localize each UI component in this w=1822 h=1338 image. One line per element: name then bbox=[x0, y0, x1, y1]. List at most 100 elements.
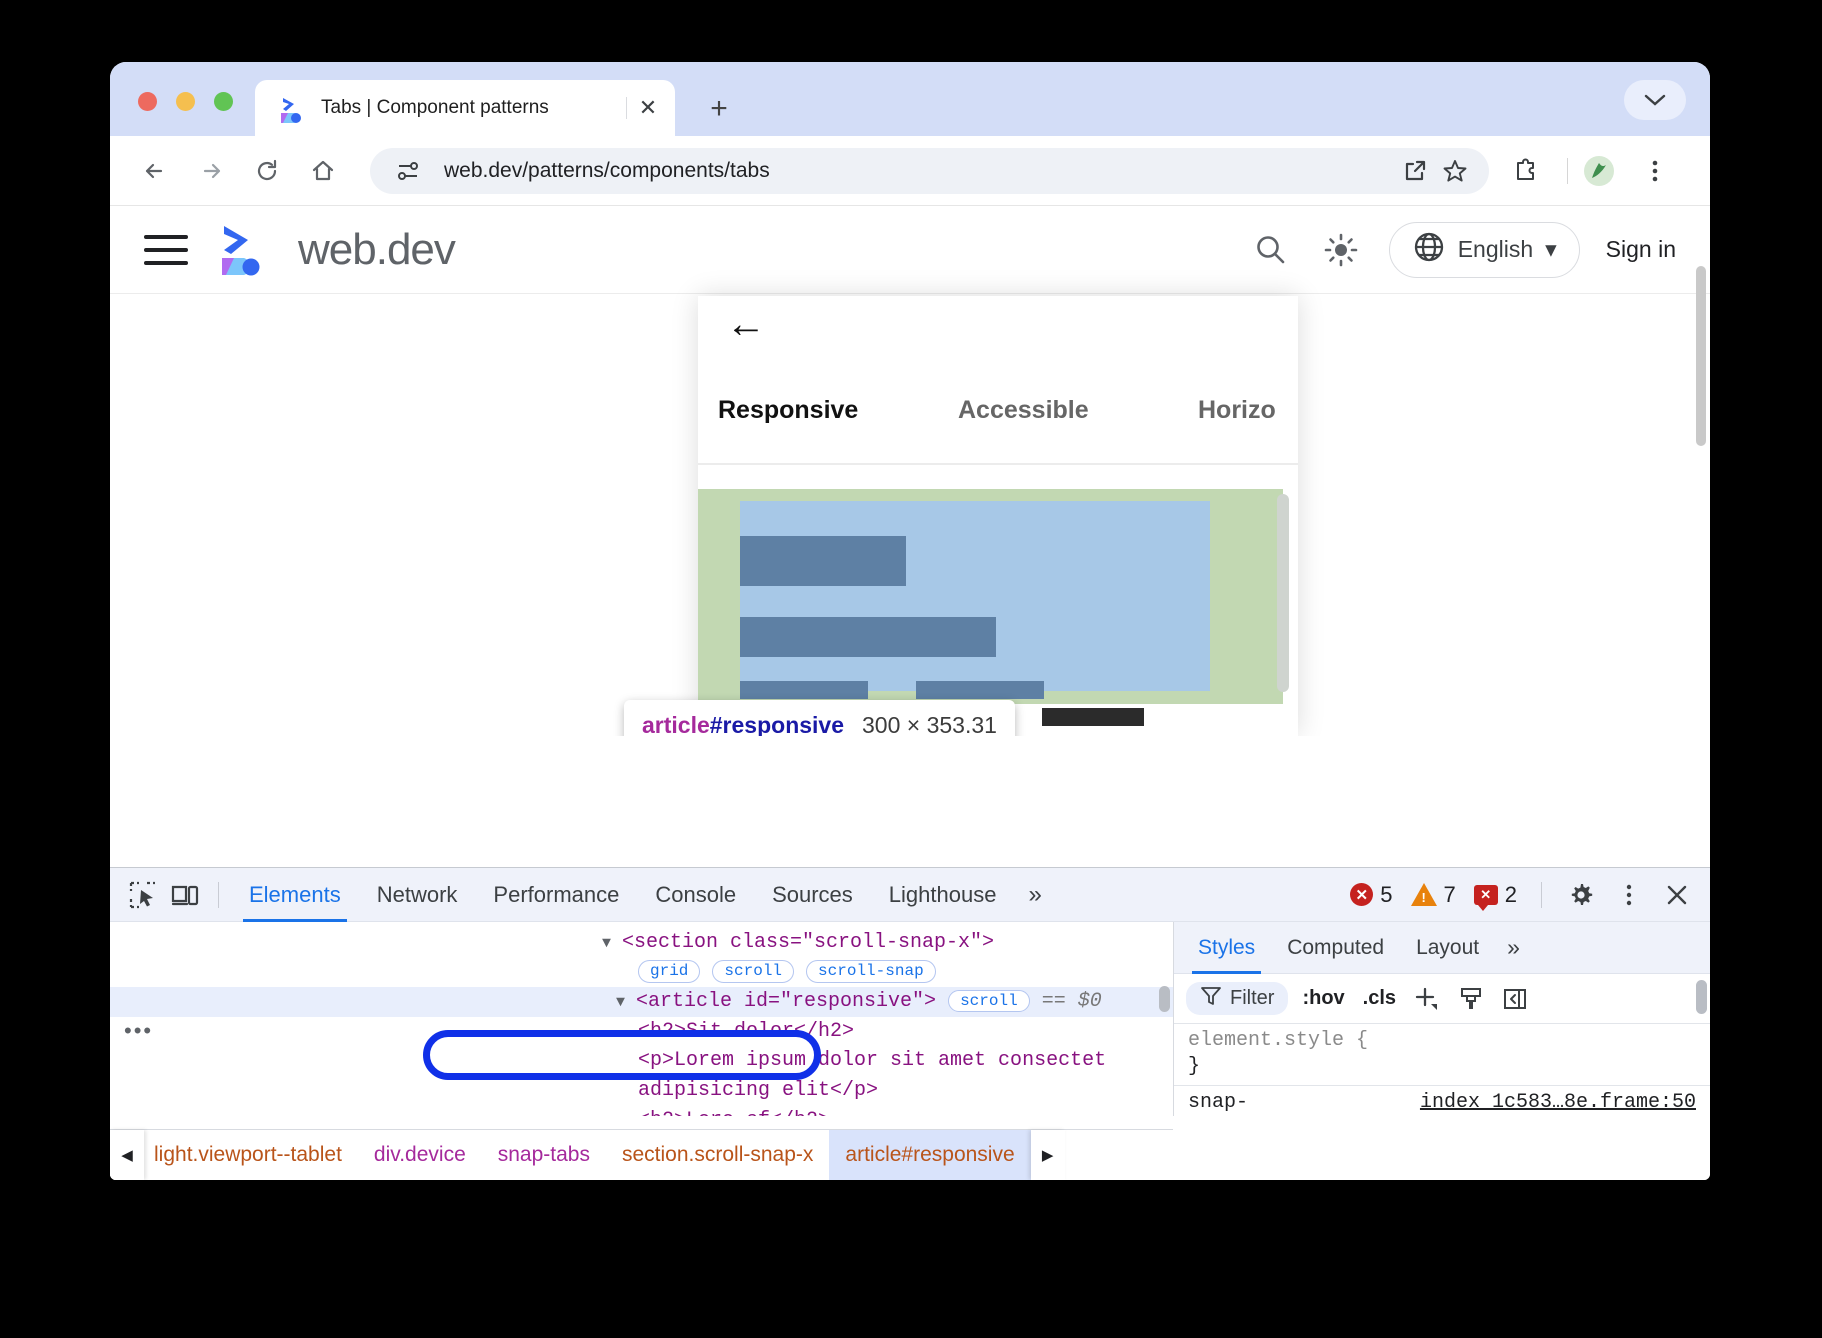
site-info-icon[interactable] bbox=[388, 151, 428, 191]
avatar[interactable] bbox=[1576, 148, 1622, 194]
breadcrumb-label[interactable]: article#responsive bbox=[845, 1143, 1014, 1166]
breadcrumb-item-device: div.device bbox=[358, 1130, 482, 1180]
close-tab-button[interactable]: ✕ bbox=[631, 91, 665, 125]
breadcrumb-label[interactable]: light.viewport--tablet bbox=[154, 1143, 342, 1166]
sign-in-link[interactable]: Sign in bbox=[1606, 236, 1676, 263]
breadcrumb-scroll-right[interactable]: ▶ bbox=[1031, 1130, 1065, 1180]
error-count-badge[interactable]: ✕ 5 bbox=[1344, 882, 1398, 908]
warning-count-badge[interactable]: ! 7 bbox=[1405, 882, 1462, 908]
badge-grid[interactable]: grid bbox=[638, 960, 700, 982]
browser-menu-button[interactable] bbox=[1632, 148, 1678, 194]
tree-row-p2[interactable]: adipisicing elit</p> bbox=[110, 1076, 1173, 1106]
toggle-sidebar-icon[interactable] bbox=[1498, 982, 1532, 1016]
devtools-panel: Elements Network Performance Console Sou… bbox=[110, 867, 1710, 1180]
new-tab-button[interactable]: + bbox=[700, 90, 738, 128]
badge-scroll[interactable]: scroll bbox=[712, 960, 794, 982]
home-button[interactable] bbox=[300, 148, 346, 194]
badge-scroll[interactable]: scroll bbox=[948, 990, 1030, 1012]
demo-tab-accessible[interactable]: Accessible bbox=[958, 396, 1198, 425]
page-viewport: web.dev bbox=[110, 206, 1710, 736]
tree-row-h2b[interactable]: <h2>Lore sf</h2> bbox=[110, 1106, 1173, 1116]
more-tabs-icon[interactable]: » bbox=[1495, 934, 1532, 961]
rule-element-style[interactable]: element.style { } bbox=[1174, 1024, 1710, 1086]
demo-back-arrow[interactable]: ← bbox=[726, 304, 766, 344]
devtools-toolbar-right: ✕ 5 ! 7 ✕ 2 bbox=[1344, 874, 1698, 916]
tab-console[interactable]: Console bbox=[637, 868, 754, 922]
maximize-window-button[interactable] bbox=[214, 92, 233, 111]
tab-computed[interactable]: Computed bbox=[1271, 922, 1400, 974]
hamburger-icon[interactable] bbox=[144, 235, 188, 265]
demo-inner-scrollbar[interactable] bbox=[1277, 494, 1289, 692]
chevron-down-icon[interactable] bbox=[1624, 80, 1686, 120]
hov-toggle[interactable]: :hov bbox=[1298, 987, 1348, 1010]
tab-sources[interactable]: Sources bbox=[754, 868, 871, 922]
tree-row-article-selected[interactable]: ▼<article id="responsive"> scroll == $0 bbox=[110, 987, 1173, 1017]
site-brand[interactable]: web.dev bbox=[298, 225, 455, 275]
tab-styles[interactable]: Styles bbox=[1182, 922, 1271, 974]
dom-line-article: <article id="responsive"> bbox=[636, 990, 936, 1013]
breadcrumb-label[interactable]: section.scroll-snap-x bbox=[622, 1143, 813, 1166]
tree-scrollbar[interactable] bbox=[1159, 986, 1170, 1012]
tooltip-element-id: #responsive bbox=[710, 712, 844, 737]
rule-source-link[interactable]: index_1c583…8e.frame:50 bbox=[1420, 1090, 1696, 1116]
placeholder-bar bbox=[740, 617, 996, 657]
expand-triangle-icon[interactable]: ▼ bbox=[616, 993, 636, 1012]
tab-network[interactable]: Network bbox=[359, 868, 476, 922]
demo-tab-horizontal[interactable]: Horizo bbox=[1198, 396, 1438, 425]
page-scrollbar[interactable] bbox=[1696, 266, 1706, 446]
badge-scroll-snap[interactable]: scroll-snap bbox=[806, 960, 936, 982]
devtools-body: ▼<section class="scroll-snap-x"> grid sc… bbox=[110, 922, 1710, 1116]
browser-tab[interactable]: Tabs | Component patterns ✕ bbox=[255, 80, 675, 136]
reload-button[interactable] bbox=[244, 148, 290, 194]
webdev-logo-icon[interactable] bbox=[216, 224, 276, 276]
styles-tabbar: Styles Computed Layout » bbox=[1174, 922, 1710, 974]
minimize-window-button[interactable] bbox=[176, 92, 195, 111]
message-count-badge[interactable]: ✕ 2 bbox=[1468, 882, 1523, 908]
placeholder-bar bbox=[740, 536, 906, 586]
device-toolbar-icon[interactable] bbox=[164, 874, 206, 916]
plus-icon[interactable] bbox=[1410, 982, 1444, 1016]
window-controls[interactable] bbox=[138, 92, 233, 111]
rule-selector: element.style { bbox=[1188, 1028, 1696, 1054]
bookmark-star-icon[interactable] bbox=[1435, 151, 1475, 191]
toolbar-divider bbox=[218, 882, 219, 908]
extensions-icon[interactable] bbox=[1503, 148, 1549, 194]
tree-row-section[interactable]: ▼<section class="scroll-snap-x"> bbox=[110, 928, 1173, 958]
styles-scrollbar[interactable] bbox=[1696, 980, 1707, 1014]
address-bar[interactable]: web.dev/patterns/components/tabs bbox=[370, 148, 1489, 194]
language-selector[interactable]: English ▾ bbox=[1389, 222, 1580, 278]
styles-panel: Styles Computed Layout » Filter :hov .cl… bbox=[1174, 922, 1710, 1116]
forward-button[interactable] bbox=[188, 148, 234, 194]
share-icon[interactable] bbox=[1395, 151, 1435, 191]
search-icon[interactable] bbox=[1249, 228, 1293, 272]
paintbrush-icon[interactable] bbox=[1454, 982, 1488, 1016]
filter-input[interactable]: Filter bbox=[1186, 982, 1288, 1015]
row-actions-icon[interactable]: ••• bbox=[124, 1018, 153, 1044]
tab-layout[interactable]: Layout bbox=[1400, 922, 1495, 974]
tree-row-h2a[interactable]: <h2>Sit dolor</h2> bbox=[110, 1017, 1173, 1047]
tooltip-tag-name: article bbox=[642, 712, 710, 737]
tab-lighthouse[interactable]: Lighthouse bbox=[871, 868, 1015, 922]
breadcrumb-label[interactable]: snap-tabs bbox=[498, 1143, 590, 1166]
cls-toggle[interactable]: .cls bbox=[1359, 987, 1400, 1010]
expand-triangle-icon[interactable]: ▼ bbox=[602, 934, 622, 953]
breadcrumb-label[interactable]: div.device bbox=[374, 1143, 466, 1166]
more-vertical-icon[interactable] bbox=[1608, 874, 1650, 916]
gear-icon[interactable] bbox=[1560, 874, 1602, 916]
elements-tree-panel[interactable]: ▼<section class="scroll-snap-x"> grid sc… bbox=[110, 922, 1174, 1116]
tab-elements[interactable]: Elements bbox=[231, 868, 359, 922]
breadcrumb-scroll-left[interactable]: ◀ bbox=[110, 1130, 144, 1180]
rule-snap-tabs-article[interactable]: index_1c583…8e.frame:50 snap- tabs> sect… bbox=[1174, 1086, 1710, 1116]
inspect-element-icon[interactable] bbox=[122, 874, 164, 916]
url-text[interactable]: web.dev/patterns/components/tabs bbox=[428, 159, 1395, 183]
tree-row-p1[interactable]: <p>Lorem ipsum dolor sit amet consectet bbox=[110, 1046, 1173, 1076]
more-tabs-icon[interactable]: » bbox=[1014, 881, 1055, 909]
sun-icon[interactable] bbox=[1319, 228, 1363, 272]
close-window-button[interactable] bbox=[138, 92, 157, 111]
tooltip-dimensions: 300 × 353.31 bbox=[862, 712, 997, 737]
demo-tab-responsive[interactable]: Responsive bbox=[718, 396, 958, 425]
webdev-logo-icon bbox=[275, 91, 309, 125]
tab-performance[interactable]: Performance bbox=[475, 868, 637, 922]
close-icon[interactable] bbox=[1656, 874, 1698, 916]
back-button[interactable] bbox=[132, 148, 178, 194]
